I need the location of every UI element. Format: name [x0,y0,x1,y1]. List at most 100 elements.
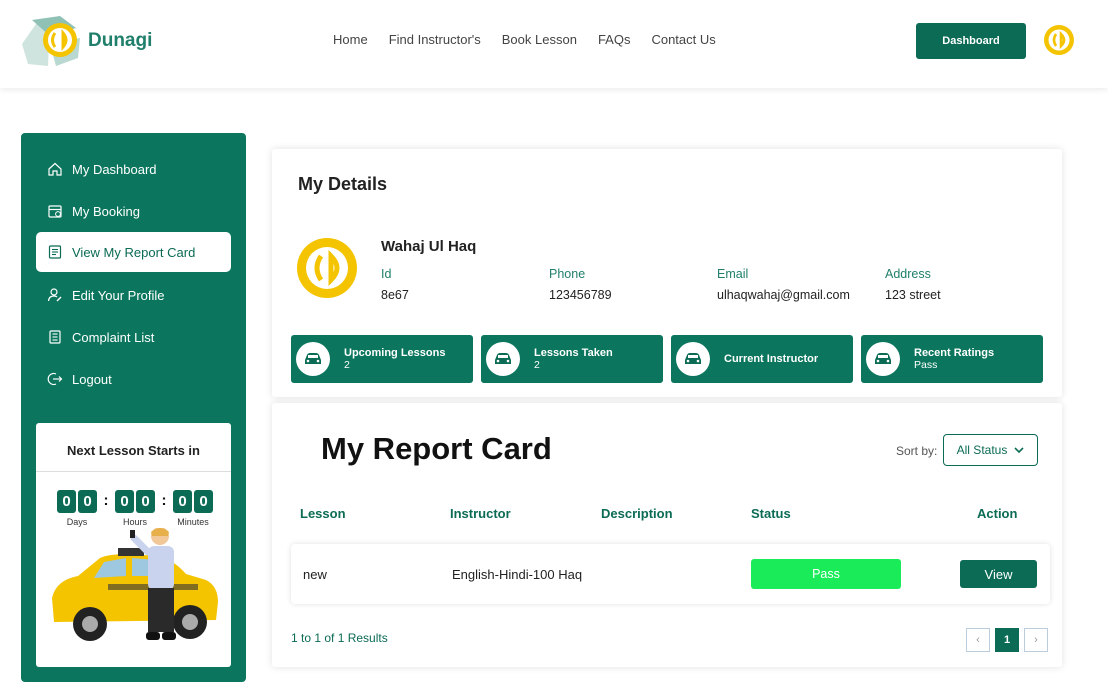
countdown-minutes: 0 0 Minutes [170,490,216,527]
table-row: new English-Hindi-100 Haq Pass View [291,544,1050,604]
column-header-status: Status [751,506,791,521]
stat-lessons-taken[interactable]: Lessons Taken 2 [481,335,663,383]
days-label: Days [66,517,88,527]
next-page-button[interactable]: › [1024,628,1048,652]
sidebar-item-my-booking[interactable]: My Booking [36,191,231,231]
countdown-separator: : [103,492,109,509]
nav-book-lesson[interactable]: Book Lesson [502,32,577,47]
stat-title: Current Instructor [724,353,819,365]
next-lesson-countdown: Next Lesson Starts in 0 0 Days : 0 0 Hou… [36,423,231,667]
column-header-instructor: Instructor [450,506,511,521]
sidebar-item-complaint-list[interactable]: Complaint List [36,317,231,357]
phone-value: 123456789 [549,288,612,302]
my-details-card: My Details Wahaj Ul Haq Id 8e67 Phone 12… [272,149,1062,397]
page-1-button[interactable]: 1 [995,628,1019,652]
id-value: 8e67 [381,288,409,302]
stat-recent-ratings[interactable]: Recent Ratings Pass [861,335,1043,383]
results-summary: 1 to 1 of 1 Results [291,631,388,645]
details-title: My Details [298,174,388,194]
pagination: ‹ 1 › [966,628,1048,652]
user-avatar-icon[interactable] [1043,24,1075,56]
status-filter-select[interactable]: All Status [943,434,1038,466]
minutes-digit: 0 [173,490,192,513]
sidebar: My Dashboard My Booking View My Report C… [21,133,246,682]
days-digit: 0 [57,490,76,513]
minutes-label: Minutes [177,517,209,527]
brand-name: Dunagi [88,30,153,51]
chevron-down-icon [1014,443,1024,457]
field-email: Email ulhaqwahaj@gmail.com [717,267,850,302]
countdown-separator: : [161,492,167,509]
column-header-description: Description [601,506,673,521]
page-title: My Report Card [321,431,552,466]
status-filter-value: All Status [956,443,1008,457]
sidebar-item-label: My Booking [72,203,140,219]
field-phone: Phone 123456789 [549,267,612,302]
stat-upcoming-lessons[interactable]: Upcoming Lessons 2 [291,335,473,383]
sidebar-item-logout[interactable]: Logout [36,359,231,399]
column-header-action: Action [977,506,1018,521]
stat-title: Upcoming Lessons [344,347,446,359]
hours-label: Hours [122,517,147,527]
countdown-title: Next Lesson Starts in [36,423,231,472]
dashboard-button[interactable]: Dashboard [916,23,1026,59]
stat-current-instructor[interactable]: Current Instructor [671,335,853,383]
minutes-digit: 0 [194,490,213,513]
field-id: Id 8e67 [381,267,409,302]
profile-avatar-icon [296,237,358,299]
email-value: ulhaqwahaj@gmail.com [717,288,850,302]
sidebar-item-label: My Dashboard [72,161,157,177]
car-instructor-illustration [48,527,220,658]
cell-lesson: new [303,567,327,582]
car-icon [486,342,520,376]
id-label: Id [381,267,392,281]
calendar-icon [47,203,63,219]
sidebar-item-label: Complaint List [72,329,155,345]
car-icon [866,342,900,376]
email-label: Email [717,267,749,281]
sidebar-item-my-dashboard[interactable]: My Dashboard [36,149,231,189]
sidebar-item-edit-your-profile[interactable]: Edit Your Profile [36,275,231,315]
report-card-panel: My Report Card Sort by: All Status Lesso… [272,403,1062,667]
sidebar-item-label: Edit Your Profile [72,287,165,303]
hours-digit: 0 [136,490,155,513]
brand-logo[interactable]: Dunagi [20,14,160,68]
address-label: Address [885,267,931,281]
field-address: Address 123 street [885,267,941,302]
sidebar-item-view-my-report-card[interactable]: View My Report Card [36,232,231,272]
sidebar-item-label: View My Report Card [72,244,196,260]
nav-find-instructors[interactable]: Find Instructor's [389,32,481,47]
stat-value: Pass [914,359,938,371]
stat-value: 2 [534,359,540,371]
car-icon [296,342,330,376]
stat-title: Lessons Taken [534,347,613,359]
column-header-lesson: Lesson [300,506,346,521]
home-icon [47,161,63,177]
list-icon [47,329,63,345]
phone-label: Phone [549,267,586,281]
status-badge: Pass [751,559,901,589]
address-value: 123 street [885,288,941,302]
user-edit-icon [47,287,63,303]
site-header: Dunagi Home Find Instructor's Book Lesso… [0,0,1108,88]
countdown-days: 0 0 Days [54,490,100,527]
nav-home[interactable]: Home [333,32,368,47]
main-nav: Home Find Instructor's Book Lesson FAQs … [333,32,737,47]
logout-icon [47,371,63,387]
days-digit: 0 [78,490,97,513]
sort-label: Sort by: [896,444,938,458]
report-icon [47,244,63,260]
nav-faqs[interactable]: FAQs [598,32,631,47]
user-name: Wahaj Ul Haq [381,238,477,255]
car-icon [676,342,710,376]
sidebar-item-label: Logout [72,371,112,387]
cell-instructor: English-Hindi-100 Haq [452,567,583,582]
prev-page-button[interactable]: ‹ [966,628,990,652]
nav-contact-us[interactable]: Contact Us [651,32,715,47]
hours-digit: 0 [115,490,134,513]
stat-title: Recent Ratings [914,347,995,359]
countdown-hours: 0 0 Hours [112,490,158,527]
view-button[interactable]: View [960,560,1037,588]
stat-value: 2 [344,359,350,371]
logo-icon [20,14,84,68]
